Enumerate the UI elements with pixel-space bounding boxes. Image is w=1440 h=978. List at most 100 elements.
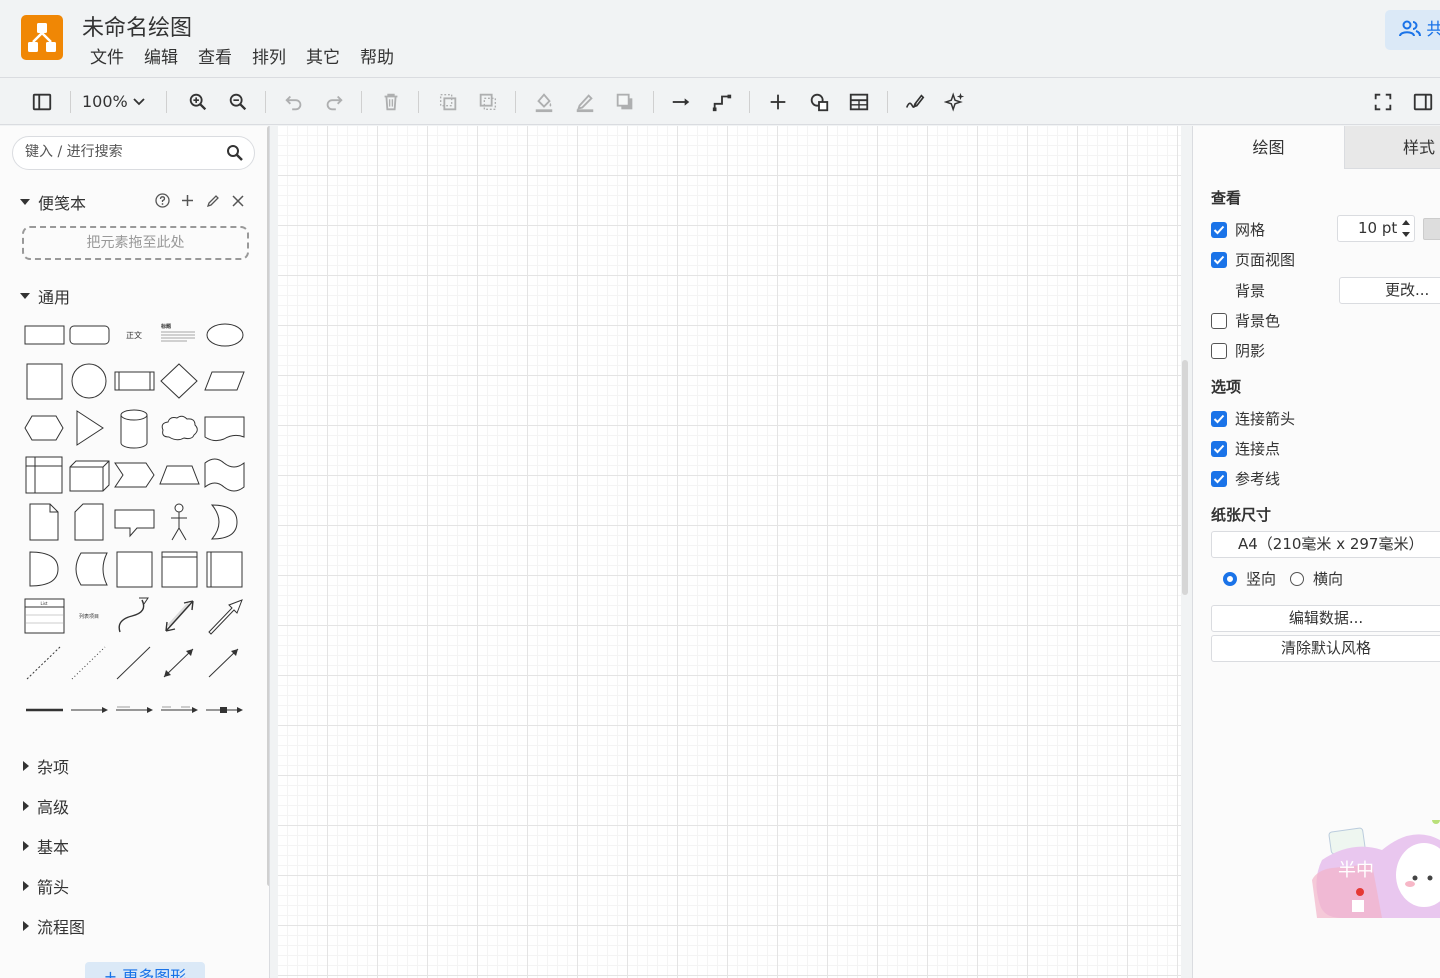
shape-cloud[interactable] — [157, 406, 202, 452]
zoom-in-icon[interactable] — [185, 89, 211, 115]
shape-rectangle[interactable] — [22, 312, 67, 358]
shape-swimlane[interactable] — [157, 547, 202, 593]
search-icon[interactable] — [226, 144, 244, 162]
connection-points-checkbox[interactable] — [1211, 440, 1227, 457]
delete-icon[interactable] — [378, 89, 404, 115]
edit-icon[interactable] — [204, 192, 221, 209]
shape-link[interactable] — [22, 688, 67, 734]
paper-size-select[interactable]: A4（210毫米 x 297毫米） — [1211, 531, 1440, 558]
undo-icon[interactable] — [281, 89, 307, 115]
shape-hexagon[interactable] — [22, 406, 67, 452]
menu-extras[interactable]: 其它 — [296, 46, 350, 70]
shape-vertical-container[interactable] — [202, 547, 247, 593]
shape-callout[interactable] — [112, 500, 157, 546]
add-icon[interactable] — [179, 192, 196, 209]
diagram-title[interactable]: 未命名绘图 — [82, 10, 192, 42]
landscape-radio-dot[interactable] — [1290, 571, 1304, 586]
shape-text[interactable]: 正文 — [112, 312, 157, 358]
ai-generate-icon[interactable] — [942, 89, 968, 115]
shape-square[interactable] — [22, 359, 67, 405]
guides-row[interactable]: 参考线 — [1211, 468, 1280, 489]
shape-trapezoid[interactable] — [157, 453, 202, 499]
menu-file[interactable]: 文件 — [80, 46, 134, 70]
shape-dotted-line[interactable] — [67, 641, 112, 687]
shapes-icon[interactable] — [806, 89, 832, 115]
edit-data-button[interactable]: 编辑数据... — [1211, 605, 1440, 632]
shadow-checkbox-row[interactable]: 阴影 — [1211, 340, 1265, 361]
line-color-icon[interactable] — [572, 89, 598, 115]
shape-connector-label[interactable] — [112, 688, 157, 734]
shape-textbox[interactable]: 标题 — [157, 312, 202, 358]
zoom-out-icon[interactable] — [225, 89, 251, 115]
section-basic[interactable]: 基本 — [20, 834, 69, 858]
shadow-icon[interactable] — [612, 89, 638, 115]
background-color-checkbox[interactable] — [1211, 312, 1227, 329]
freehand-icon[interactable] — [902, 89, 928, 115]
page-view-checkbox[interactable] — [1211, 251, 1227, 268]
portrait-radio-dot[interactable] — [1223, 571, 1237, 586]
section-advanced[interactable]: 高级 — [20, 794, 69, 818]
shape-diamond[interactable] — [157, 359, 202, 405]
connection-points-row[interactable]: 连接点 — [1211, 438, 1280, 459]
shape-bidirectional-connector[interactable] — [157, 641, 202, 687]
to-back-icon[interactable] — [475, 89, 501, 115]
shape-line[interactable] — [112, 641, 157, 687]
shape-circle[interactable] — [67, 359, 112, 405]
shadow-checkbox[interactable] — [1211, 342, 1227, 359]
drawing-canvas[interactable] — [278, 126, 1181, 978]
shape-data-storage[interactable] — [67, 547, 112, 593]
guides-checkbox[interactable] — [1211, 470, 1227, 487]
insert-icon[interactable] — [765, 89, 791, 115]
shape-container[interactable] — [112, 547, 157, 593]
help-icon[interactable] — [154, 192, 171, 209]
shape-directional-connector[interactable] — [202, 641, 247, 687]
scratchpad-dropzone[interactable]: 把元素拖至此处 — [22, 226, 249, 260]
close-icon[interactable] — [229, 192, 246, 209]
shape-list-item[interactable]: 列表项目 — [67, 594, 112, 640]
shape-rounded-rectangle[interactable] — [67, 312, 112, 358]
change-background-button[interactable]: 更改... — [1339, 277, 1440, 304]
format-panel-icon[interactable] — [1410, 89, 1436, 115]
shape-curve[interactable] — [112, 594, 157, 640]
shape-connector-symbol[interactable] — [202, 688, 247, 734]
more-shapes-button[interactable]: + 更多图形 — [85, 962, 205, 978]
redo-icon[interactable] — [321, 89, 347, 115]
waypoints-icon[interactable] — [709, 89, 735, 115]
to-front-icon[interactable] — [435, 89, 461, 115]
shape-connector-two-labels[interactable] — [157, 688, 202, 734]
menu-arrange[interactable]: 排列 — [242, 46, 296, 70]
section-general[interactable]: 通用 — [20, 284, 70, 308]
section-arrows[interactable]: 箭头 — [20, 874, 69, 898]
grid-color-swatch[interactable] — [1423, 218, 1440, 240]
shape-and[interactable] — [22, 547, 67, 593]
shape-cube[interactable] — [67, 453, 112, 499]
shape-actor[interactable] — [157, 500, 202, 546]
page-view-checkbox-row[interactable]: 页面视图 — [1211, 249, 1295, 270]
table-icon[interactable] — [846, 89, 872, 115]
shape-dashed-line[interactable] — [22, 641, 67, 687]
fill-color-icon[interactable] — [531, 89, 557, 115]
tab-style[interactable]: 样式 — [1344, 126, 1440, 169]
shape-connector[interactable] — [67, 688, 112, 734]
sidebar-scrollbar[interactable] — [267, 126, 269, 886]
fullscreen-icon[interactable] — [1370, 89, 1396, 115]
floating-mascot-widget[interactable]: 半中 — [1312, 816, 1440, 920]
section-flowchart[interactable]: 流程图 — [20, 914, 85, 938]
share-button[interactable]: 共享 — [1385, 10, 1440, 50]
shape-parallelogram[interactable] — [202, 359, 247, 405]
grid-size-stepper[interactable] — [1399, 216, 1413, 241]
portrait-radio[interactable]: 竖向 — [1223, 568, 1276, 589]
shape-note[interactable] — [22, 500, 67, 546]
search-input[interactable] — [25, 144, 220, 160]
shape-tape[interactable] — [202, 453, 247, 499]
shape-process[interactable] — [112, 359, 157, 405]
shape-cylinder[interactable] — [112, 406, 157, 452]
connection-arrows-checkbox[interactable] — [1211, 410, 1227, 427]
menu-view[interactable]: 查看 — [188, 46, 242, 70]
canvas-scrollbar[interactable] — [1182, 360, 1188, 595]
tab-diagram[interactable]: 绘图 — [1193, 126, 1344, 169]
shape-or[interactable] — [202, 500, 247, 546]
sidebar-toggle-icon[interactable] — [29, 89, 55, 115]
shape-triangle[interactable] — [67, 406, 112, 452]
section-misc[interactable]: 杂项 — [20, 754, 69, 778]
